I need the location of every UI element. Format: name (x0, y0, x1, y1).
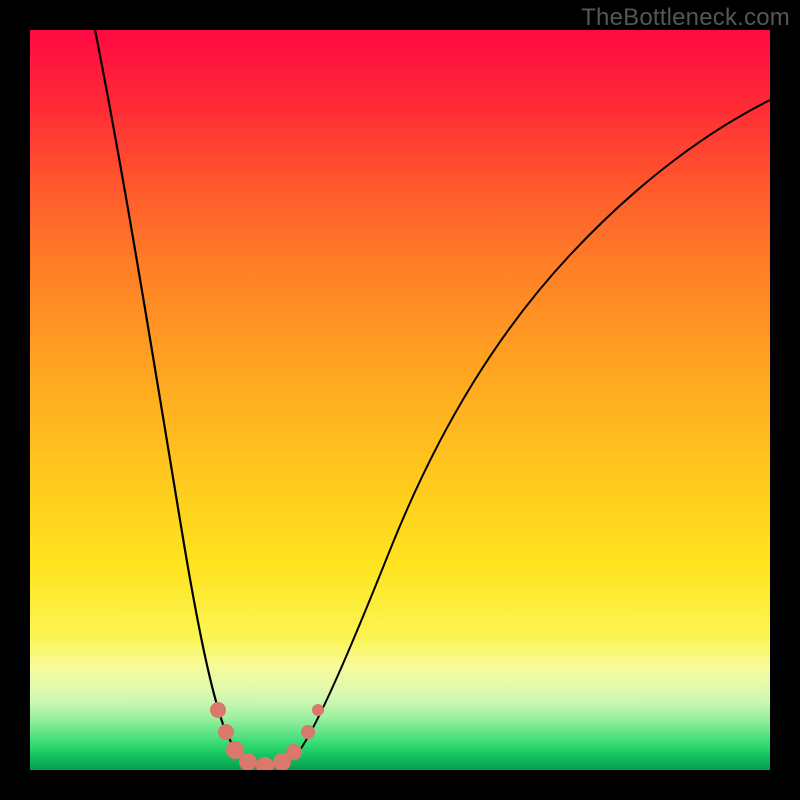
curve-right (300, 100, 770, 750)
marker-point (301, 725, 315, 739)
plot-area (30, 30, 770, 770)
curve-left (95, 30, 235, 750)
curve-layer (30, 30, 770, 770)
marker-point (210, 702, 226, 718)
marker-point (218, 724, 234, 740)
marker-point (286, 744, 302, 760)
chart-frame: TheBottleneck.com (0, 0, 800, 800)
marker-point (312, 704, 324, 716)
marker-group (210, 702, 324, 770)
watermark: TheBottleneck.com (581, 4, 790, 32)
marker-point (256, 757, 274, 770)
